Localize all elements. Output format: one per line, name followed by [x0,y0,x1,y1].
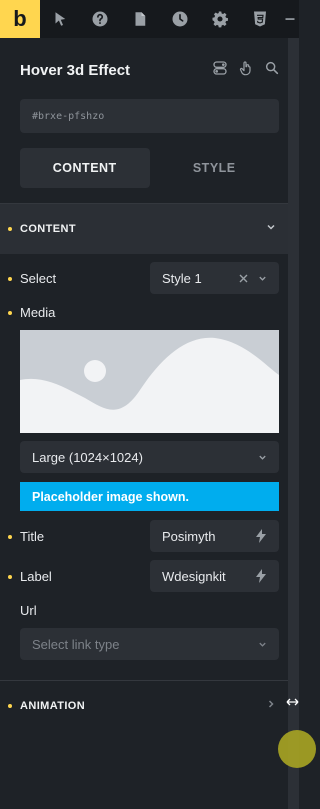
select-label: Select [20,271,57,286]
media-label: Media [20,305,56,320]
image-size-select[interactable]: Large (1024×1024) [20,441,279,473]
link-type-select[interactable]: Select link type [20,628,279,660]
image-placeholder-icon [20,330,279,433]
search-icon[interactable] [264,60,280,81]
placeholder-notice: Placeholder image shown. [20,482,279,511]
clear-icon[interactable] [239,274,248,283]
section-animation-header[interactable]: ANIMATION [0,681,288,731]
modified-indicator-dot [8,227,12,231]
floating-action-handle[interactable] [278,730,316,768]
minus-icon[interactable] [280,0,299,38]
title-input-value: Posimyth [162,528,216,544]
title-label: Title [20,529,45,544]
history-icon[interactable] [160,0,200,38]
chevron-right-icon [266,699,276,712]
modified-indicator-dot [8,277,12,281]
modified-indicator-dot [8,704,12,708]
tab-content[interactable]: CONTENT [20,148,150,188]
builder-logo[interactable]: b [0,0,40,38]
toggle-icon[interactable] [212,60,228,81]
panel-header: Hover 3d Effect [20,60,280,80]
section-title: CONTENT [20,223,76,235]
title-input[interactable]: Posimyth [150,520,279,552]
resize-cursor-icon [286,694,299,712]
label-label: Label [20,569,52,584]
top-toolbar: b [0,0,299,38]
modified-indicator-dot [8,311,12,315]
media-preview[interactable] [20,330,279,433]
settings-icon[interactable] [200,0,240,38]
help-icon[interactable] [80,0,120,38]
chevron-down-icon [266,222,276,235]
element-title: Hover 3d Effect [20,61,131,79]
section-content-header[interactable]: CONTENT [0,204,288,254]
css3-icon[interactable] [240,0,280,38]
header-actions [212,60,280,81]
chevron-down-icon [259,642,266,647]
section-title: ANIMATION [20,700,86,712]
label-input-value: Wdesignkit [162,568,226,584]
modified-indicator-dot [8,535,12,539]
style-select-value: Style 1 [162,270,202,286]
page-icon[interactable] [120,0,160,38]
pointer-icon[interactable] [40,0,80,38]
image-size-value: Large (1024×1024) [32,449,143,465]
dynamic-data-icon[interactable] [255,569,267,583]
url-label: Url [20,603,37,618]
chevron-down-icon [259,455,266,460]
modified-indicator-dot [8,575,12,579]
hand-pointer-icon[interactable] [238,60,254,81]
link-type-placeholder: Select link type [32,636,120,652]
panel-tabs: CONTENT STYLE [20,148,279,188]
label-input[interactable]: Wdesignkit [150,560,279,592]
element-id-field[interactable]: #brxe-pfshzo [20,99,279,133]
tab-style[interactable]: STYLE [150,148,280,188]
style-select[interactable]: Style 1 [150,262,279,294]
dynamic-data-icon[interactable] [255,529,267,543]
chevron-down-icon [259,276,266,281]
